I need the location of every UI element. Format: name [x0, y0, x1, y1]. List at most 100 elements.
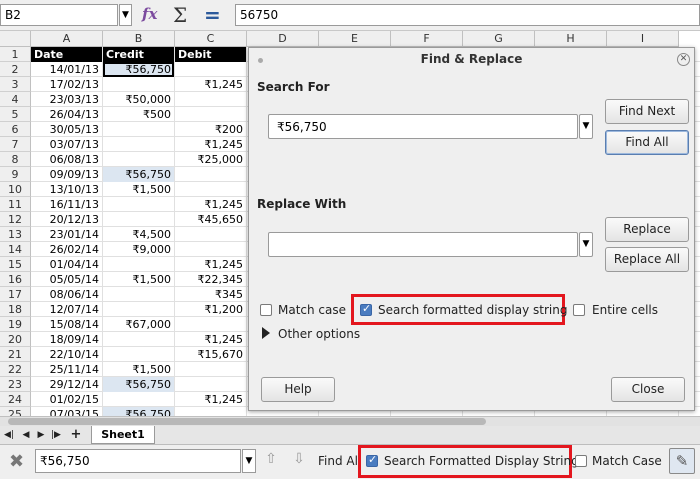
row-header[interactable]: 3 [0, 77, 31, 92]
row-header[interactable]: 2 [0, 62, 31, 77]
date-cell[interactable]: 29/12/14 [31, 377, 102, 392]
credit-cell[interactable] [103, 212, 174, 227]
credit-cell[interactable]: ₹1,500 [103, 272, 174, 287]
row-header[interactable]: 9 [0, 167, 31, 182]
debit-cell[interactable] [175, 242, 246, 257]
row-header[interactable]: 25 [0, 407, 31, 416]
credit-cell[interactable]: ₹1,500 [103, 362, 174, 377]
replace-with-input[interactable] [268, 232, 578, 257]
column-header-d[interactable]: D [247, 31, 319, 47]
debit-cell[interactable] [175, 92, 246, 107]
search-formatted-checkbox[interactable] [360, 302, 372, 316]
help-button[interactable]: Help [261, 377, 335, 402]
credit-cell[interactable]: ₹50,000 [103, 92, 174, 107]
replace-all-button[interactable]: Replace All [605, 247, 689, 272]
date-cell[interactable]: 09/09/13 [31, 167, 102, 182]
scrollbar-thumb[interactable] [8, 418, 486, 425]
credit-cell[interactable] [103, 197, 174, 212]
replace-button[interactable]: Replace [605, 217, 689, 242]
date-cell[interactable]: 01/04/14 [31, 257, 102, 272]
close-icon[interactable]: ✕ [677, 53, 690, 66]
row-header[interactable]: 6 [0, 122, 31, 137]
date-cell[interactable]: 13/10/13 [31, 182, 102, 197]
row-header[interactable]: 19 [0, 317, 31, 332]
date-cell[interactable]: 23/03/13 [31, 92, 102, 107]
debit-cell[interactable]: ₹22,345 [175, 272, 246, 287]
credit-cell[interactable]: ₹67,000 [103, 317, 174, 332]
find-previous-icon[interactable]: ⇧ [262, 451, 280, 471]
debit-cell[interactable] [175, 107, 246, 122]
debit-cell[interactable] [175, 362, 246, 377]
row-header[interactable]: 14 [0, 242, 31, 257]
find-toolbar-dropdown-icon[interactable]: ▼ [242, 449, 256, 473]
select-all-corner[interactable] [0, 31, 31, 47]
date-cell[interactable]: 01/02/15 [31, 392, 102, 407]
date-cell[interactable]: 23/01/14 [31, 227, 102, 242]
next-sheet-icon[interactable]: ▶ [35, 428, 47, 442]
row-header[interactable]: 23 [0, 377, 31, 392]
debit-cell[interactable]: ₹25,000 [175, 152, 246, 167]
debit-cell[interactable]: ₹1,245 [175, 392, 246, 407]
find-next-icon[interactable]: ⇩ [290, 451, 308, 471]
close-find-bar-icon[interactable]: ✖ [9, 451, 24, 472]
debit-cell[interactable]: ₹1,245 [175, 257, 246, 272]
column-title-cell[interactable]: Date [31, 47, 102, 62]
credit-cell[interactable]: ₹56,750 [103, 62, 174, 77]
column-header-f[interactable]: F [391, 31, 463, 47]
debit-cell[interactable] [175, 167, 246, 182]
other-options-expander[interactable]: Other options [278, 327, 360, 341]
row-header[interactable]: 8 [0, 152, 31, 167]
row-header[interactable]: 16 [0, 272, 31, 287]
date-cell[interactable]: 25/11/14 [31, 362, 102, 377]
date-cell[interactable]: 12/07/14 [31, 302, 102, 317]
row-header[interactable]: 24 [0, 392, 31, 407]
debit-cell[interactable] [175, 377, 246, 392]
first-sheet-icon[interactable]: ◀| [3, 428, 15, 442]
credit-cell[interactable] [103, 302, 174, 317]
column-header-i[interactable]: I [607, 31, 679, 47]
credit-cell[interactable]: ₹4,500 [103, 227, 174, 242]
credit-cell[interactable]: ₹9,000 [103, 242, 174, 257]
date-cell[interactable]: 26/04/13 [31, 107, 102, 122]
date-cell[interactable]: 20/12/13 [31, 212, 102, 227]
date-cell[interactable]: 05/05/14 [31, 272, 102, 287]
debit-cell[interactable]: ₹345 [175, 287, 246, 302]
name-box-dropdown-icon[interactable]: ▼ [119, 4, 132, 26]
credit-cell[interactable] [103, 257, 174, 272]
sum-icon[interactable]: Σ [173, 3, 191, 27]
toolbar-match-case-checkbox[interactable] [575, 455, 587, 467]
find-toolbar-input[interactable]: ₹56,750 [35, 449, 241, 473]
date-cell[interactable]: 18/09/14 [31, 332, 102, 347]
entire-cells-checkbox[interactable] [573, 304, 585, 316]
credit-cell[interactable] [103, 152, 174, 167]
expander-triangle-icon[interactable] [262, 327, 270, 339]
date-cell[interactable]: 15/08/14 [31, 317, 102, 332]
column-title-cell[interactable]: Credit [103, 47, 174, 62]
debit-cell[interactable]: ₹1,200 [175, 302, 246, 317]
date-cell[interactable]: 07/03/15 [31, 407, 102, 416]
row-header[interactable]: 21 [0, 347, 31, 362]
credit-cell[interactable] [103, 122, 174, 137]
row-header[interactable]: 17 [0, 287, 31, 302]
row-header[interactable]: 13 [0, 227, 31, 242]
find-replace-options-icon[interactable]: ✎ [669, 448, 695, 474]
name-box[interactable]: B2 [0, 4, 118, 26]
debit-cell[interactable] [175, 317, 246, 332]
add-sheet-icon[interactable]: + [70, 428, 82, 442]
debit-cell[interactable] [175, 407, 246, 416]
debit-cell[interactable] [175, 62, 246, 77]
debit-cell[interactable] [175, 227, 246, 242]
row-header[interactable]: 15 [0, 257, 31, 272]
find-all-link[interactable]: Find All [318, 454, 361, 468]
date-cell[interactable]: 03/07/13 [31, 137, 102, 152]
replace-with-dropdown-icon[interactable]: ▼ [579, 232, 593, 257]
search-for-input[interactable]: ₹56,750 [268, 114, 578, 139]
credit-cell[interactable]: ₹56,750 [103, 377, 174, 392]
date-cell[interactable]: 30/05/13 [31, 122, 102, 137]
column-header-b[interactable]: B [103, 31, 175, 47]
credit-cell[interactable] [103, 77, 174, 92]
debit-cell[interactable]: ₹1,245 [175, 197, 246, 212]
credit-cell[interactable] [103, 137, 174, 152]
credit-cell[interactable] [103, 392, 174, 407]
credit-cell[interactable]: ₹56,750 [103, 167, 174, 182]
